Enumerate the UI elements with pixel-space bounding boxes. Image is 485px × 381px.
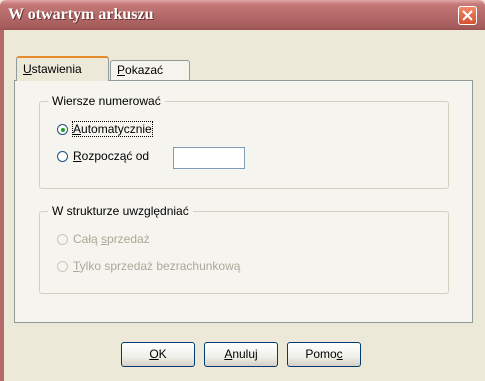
structure-group: W strukturze uwzględniać [39, 204, 449, 294]
numbering-group-legend: Wiersze numerować [48, 94, 165, 108]
radio-cala-sprzedaz-label: Całą sprzedaż [73, 232, 150, 246]
cancel-button[interactable]: Anuluj [204, 342, 278, 367]
structure-group-legend: W strukturze uwzględniać [48, 204, 193, 218]
tab-ustawienia[interactable]: Ustawienia [16, 56, 109, 81]
radio-disabled-icon [57, 261, 68, 272]
start-number-input[interactable] [173, 147, 245, 169]
dialog-window: W otwartym arkuszu Ustawienia Pokazać Wi… [0, 0, 485, 381]
radio-automatycznie-label: Automatycznie [72, 121, 153, 137]
radio-disabled-icon [57, 234, 68, 245]
close-icon [462, 10, 473, 21]
window-title: W otwartym arkuszu [8, 6, 154, 23]
help-button[interactable]: Pomoc [287, 342, 361, 367]
radio-checked-icon [57, 124, 68, 135]
window-border [0, 30, 4, 381]
tab-pokazac-label: Pokazać [117, 63, 164, 77]
radio-tylko-bezrachunkowa-label: Tylko sprzedaż bezrachunkową [73, 259, 241, 273]
close-button[interactable] [458, 6, 477, 25]
title-bar[interactable]: W otwartym arkuszu [0, 0, 485, 30]
radio-unchecked-icon [57, 151, 68, 162]
tab-ustawienia-label: Ustawienia [23, 62, 82, 76]
radio-rozpoczac-od-label: Rozpocząć od [73, 149, 150, 163]
numbering-group: Wiersze numerować [39, 94, 449, 189]
tab-pokazac[interactable]: Pokazać [110, 60, 190, 82]
ok-button[interactable]: OK [121, 342, 195, 367]
tab-panel: Wiersze numerować Automatycznie Rozpoczą… [14, 80, 473, 323]
